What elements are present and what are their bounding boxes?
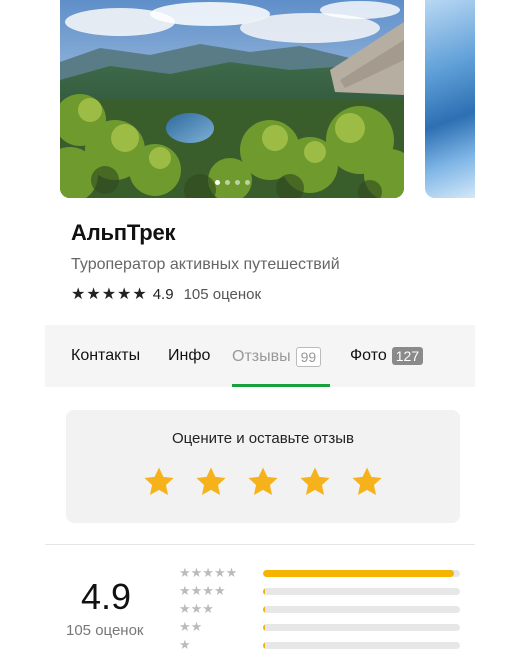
company-rating[interactable]: ★ ★ ★ ★ ★ 4.9 105 оценок <box>71 286 261 303</box>
summary-rating-count: 105 оценок <box>66 622 144 639</box>
distribution-bar <box>263 624 460 631</box>
distribution-bar-fill <box>263 624 265 631</box>
distribution-bar <box>263 642 460 649</box>
rating-stars: ★ ★ ★ ★ ★ <box>71 285 147 303</box>
rating-value: 4.9 <box>152 286 174 303</box>
rate-star-2-icon[interactable] <box>194 465 228 499</box>
star-icon: ★ <box>132 285 147 303</box>
rate-star-3-icon[interactable] <box>246 465 280 499</box>
gallery-photo-mountain-lake[interactable] <box>60 0 404 198</box>
company-category: Туроператор активных путешествий <box>71 256 340 273</box>
distribution-bar-fill <box>263 588 265 595</box>
tab-contacts[interactable]: Контакты <box>71 347 140 365</box>
section-divider <box>45 544 475 545</box>
gallery-dot[interactable] <box>214 180 220 185</box>
rate-star-1-icon[interactable] <box>142 465 176 499</box>
company-name: АльпТрек <box>71 220 176 245</box>
photos-count-badge: 127 <box>391 347 424 365</box>
tab-label: Фото <box>350 347 387 364</box>
tab-label: Контакты <box>71 347 141 364</box>
rate-and-review-card: Оцените и оставьте отзыв <box>66 410 460 523</box>
distribution-bar <box>263 606 460 613</box>
rate-star-4-icon[interactable] <box>298 465 332 499</box>
reviews-count-badge: 99 <box>295 347 322 367</box>
star-icon: ★ <box>101 285 117 303</box>
photo-gallery[interactable] <box>60 0 475 198</box>
active-tab-indicator <box>232 384 330 387</box>
five-stars-icon: ★★★★★ <box>179 565 238 580</box>
gallery-dot[interactable] <box>224 180 230 185</box>
gallery-dot[interactable] <box>234 180 240 185</box>
distribution-bar <box>263 588 460 595</box>
tab-reviews[interactable]: Отзывы 99 <box>232 347 322 367</box>
distribution-bar <box>263 570 460 577</box>
summary-rating-value: 4.9 <box>81 576 132 617</box>
rate-star-5-icon[interactable] <box>350 465 384 499</box>
gallery-dots <box>60 180 404 185</box>
tab-bar: Контакты Инфо Отзывы 99 Фото 127 <box>45 325 475 387</box>
distribution-bar-fill <box>263 570 455 577</box>
three-stars-icon: ★★★ <box>179 601 214 616</box>
one-star-icon: ★ <box>179 637 191 650</box>
tab-photos[interactable]: Фото 127 <box>350 347 424 365</box>
rate-card-title: Оцените и оставьте отзыв <box>171 430 355 447</box>
gallery-photo-ice[interactable] <box>425 0 475 198</box>
distribution-bar-fill <box>263 606 265 613</box>
star-icon: ★ <box>86 285 101 303</box>
two-stars-icon: ★★ <box>179 619 203 634</box>
gallery-dot[interactable] <box>244 180 250 185</box>
star-icon: ★ <box>71 285 86 303</box>
distribution-bar-fill <box>263 642 265 649</box>
four-stars-icon: ★★★★ <box>179 583 226 598</box>
tab-info[interactable]: Инфо <box>168 347 210 365</box>
tab-label: Инфо <box>168 347 211 364</box>
tab-label: Отзывы <box>232 348 291 365</box>
reviews-count: 105 оценок <box>183 286 262 303</box>
business-card-frame: АльпТрек Туроператор активных путешестви… <box>45 0 475 650</box>
rating-input <box>66 465 460 499</box>
star-icon: ★ <box>117 285 132 303</box>
